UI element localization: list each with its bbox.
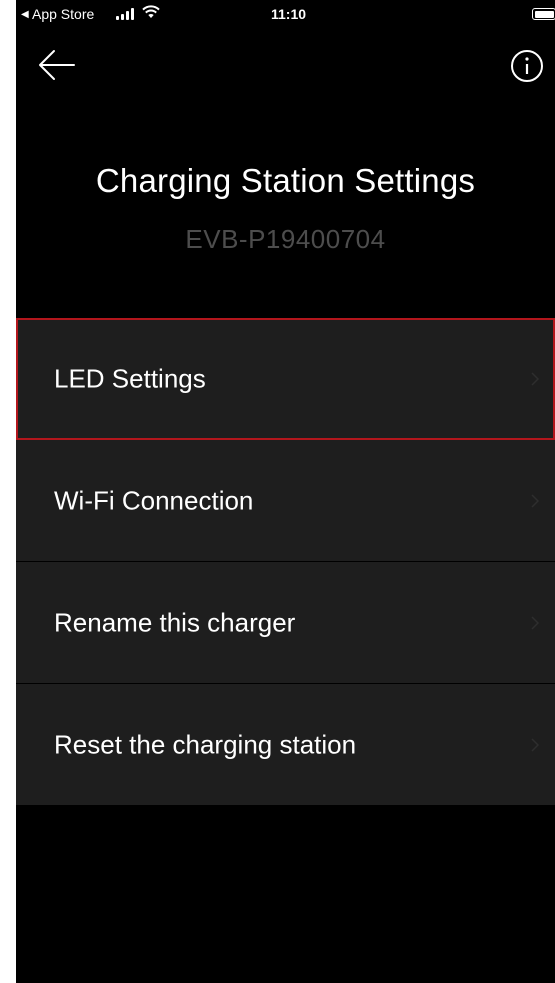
menu-item-led-settings[interactable]: LED Settings [16, 318, 555, 440]
status-bar: ◀ App Store 11:10 [16, 0, 555, 34]
settings-menu: LED Settings Wi-Fi Connection Rename thi… [16, 318, 555, 806]
chevron-right-icon [531, 493, 539, 508]
wifi-icon [142, 5, 160, 18]
menu-item-rename-charger[interactable]: Rename this charger [16, 562, 555, 684]
cellular-signal-icon [116, 8, 134, 20]
chevron-right-icon [531, 372, 539, 386]
menu-item-label: Reset the charging station [54, 729, 357, 759]
back-to-app-label[interactable]: App Store [32, 6, 94, 22]
back-to-app-icon[interactable]: ◀ [21, 9, 29, 20]
back-button[interactable] [36, 48, 76, 82]
charger-serial: EVB-P19400704 [185, 224, 386, 254]
chevron-right-icon [531, 615, 539, 630]
page-title: Charging Station Settings [95, 162, 476, 199]
menu-item-label: Rename this charger [54, 607, 296, 637]
menu-item-reset-station[interactable]: Reset the charging station [16, 684, 555, 806]
menu-item-label: Wi-Fi Connection [54, 485, 254, 515]
info-icon [511, 50, 543, 82]
battery-icon [532, 8, 555, 20]
clock-time: 11:10 [271, 6, 307, 22]
chevron-right-icon [531, 737, 539, 752]
info-button[interactable] [510, 49, 544, 83]
app-screen: ◀ App Store 11:10 Charging Station Setti… [16, 0, 555, 983]
back-arrow-icon [39, 50, 75, 80]
menu-item-wifi-connection[interactable]: Wi-Fi Connection [16, 440, 555, 562]
menu-item-label: LED Settings [54, 363, 206, 394]
